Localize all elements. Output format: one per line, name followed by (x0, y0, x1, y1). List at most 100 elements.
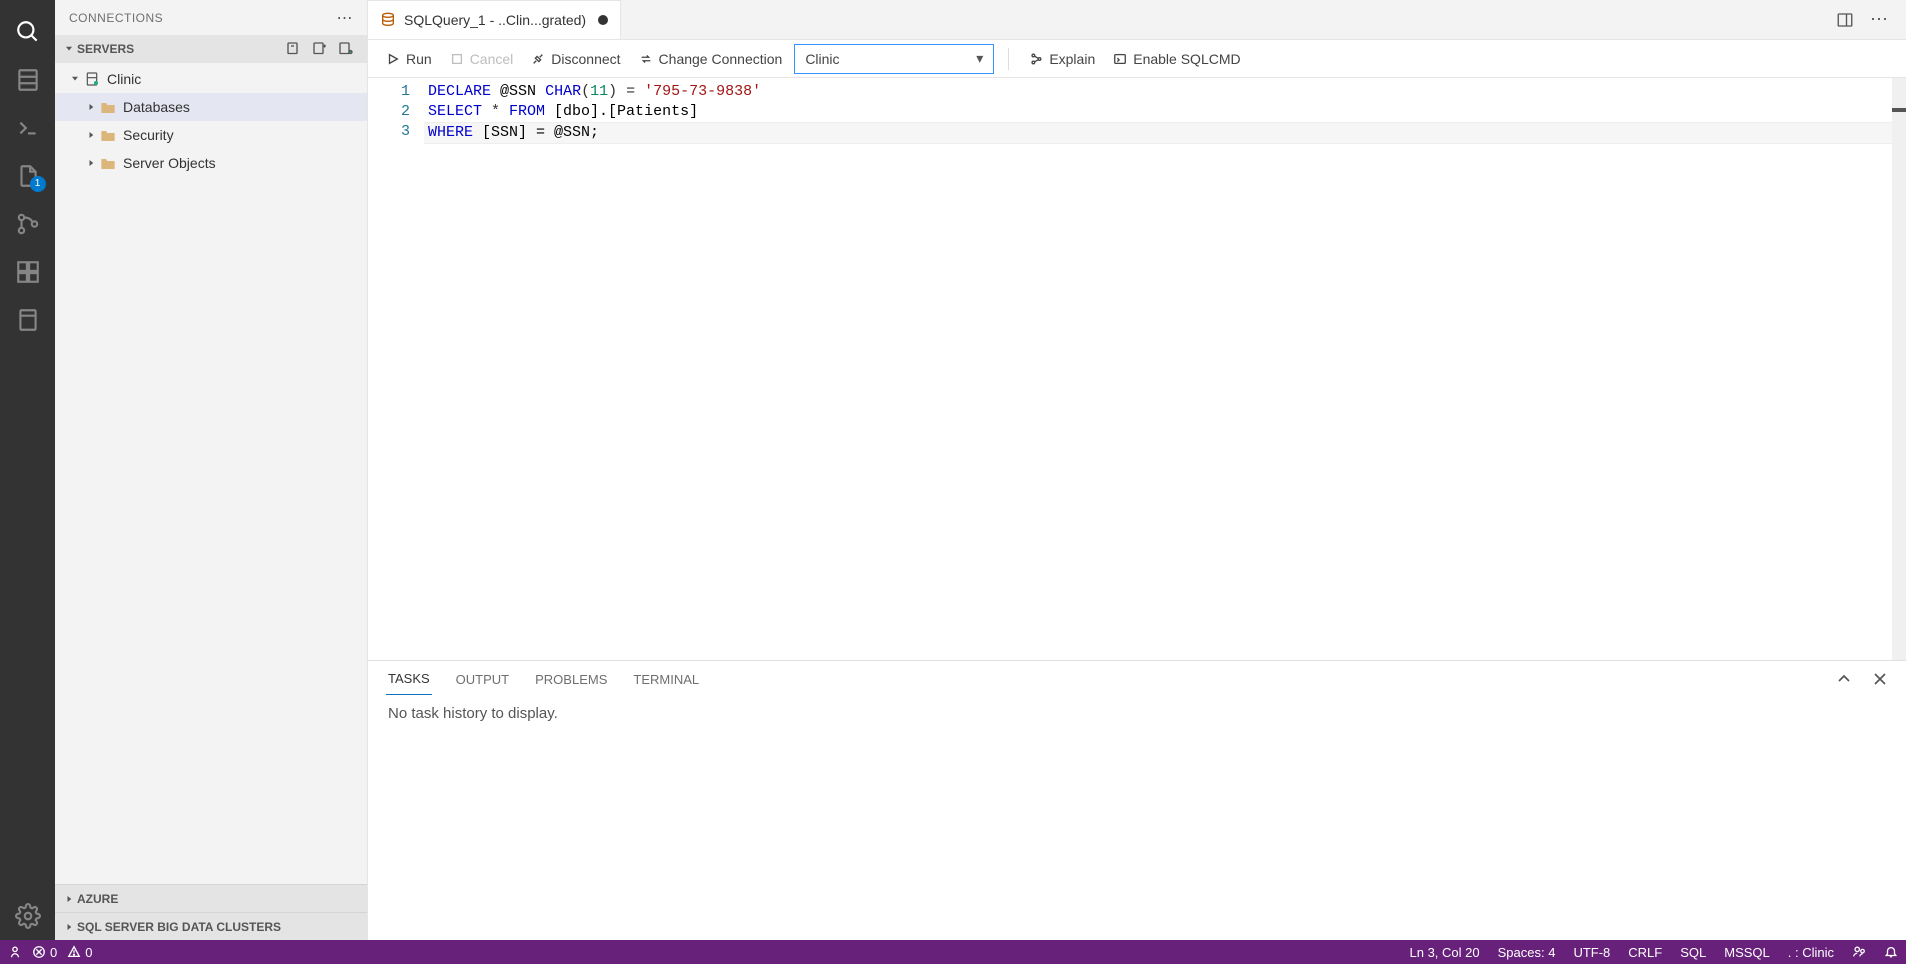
panel-tab-problems[interactable]: PROBLEMS (533, 664, 609, 695)
caret-down-icon: ▾ (976, 50, 983, 67)
notebook-icon[interactable] (4, 296, 52, 344)
tab-label: SQLQuery_1 - ..Clin...grated) (404, 12, 586, 28)
editor-tab-sqlquery1[interactable]: SQLQuery_1 - ..Clin...grated) (368, 0, 621, 39)
connection-dropdown-value: Clinic (805, 51, 839, 67)
chevron-right-icon (83, 157, 99, 169)
panel-collapse-icon[interactable] (1836, 671, 1852, 687)
panel-tab-output[interactable]: OUTPUT (454, 664, 511, 695)
folder-icon (99, 100, 117, 114)
change-connection-label: Change Connection (659, 51, 783, 67)
status-provider[interactable]: MSSQL (1724, 945, 1770, 960)
run-label: Run (406, 51, 432, 67)
line-gutter: 1 2 3 (368, 78, 424, 660)
code-line[interactable]: WHERE [SSN] = @SSN; (424, 122, 1892, 144)
run-button[interactable]: Run (380, 47, 438, 71)
chevron-down-icon (67, 73, 83, 85)
line-number: 3 (368, 122, 410, 142)
servers-section-header[interactable]: SERVERS (55, 35, 367, 63)
settings-gear-icon[interactable] (4, 892, 52, 940)
disconnect-button[interactable]: Disconnect (525, 47, 626, 71)
warning-count: 0 (85, 945, 92, 960)
tree-item-server-objects[interactable]: Server Objects (55, 149, 367, 177)
status-connection[interactable]: . : Clinic (1788, 945, 1834, 960)
minimap-scrollbar[interactable] (1892, 78, 1906, 660)
bottom-panel: TASKS OUTPUT PROBLEMS TERMINAL No task h… (368, 660, 1906, 940)
azure-section-header[interactable]: AZURE (55, 884, 367, 912)
query-toolbar: Run Cancel Disconnect Change Connection … (368, 40, 1906, 78)
toolbar-separator (1008, 48, 1009, 70)
status-eol[interactable]: CRLF (1628, 945, 1662, 960)
source-control-icon[interactable] (4, 200, 52, 248)
server-icon (83, 71, 101, 87)
panel-tab-terminal[interactable]: TERMINAL (631, 664, 701, 695)
status-encoding[interactable]: UTF-8 (1573, 945, 1610, 960)
tree-label: Server Objects (123, 155, 216, 171)
panel-tabs: TASKS OUTPUT PROBLEMS TERMINAL (368, 661, 1906, 697)
panel-tab-tasks[interactable]: TASKS (386, 663, 432, 695)
folder-icon (99, 128, 117, 142)
editor-tabs: SQLQuery_1 - ..Clin...grated) ⋯ (368, 0, 1906, 40)
tree-server-clinic[interactable]: Clinic (55, 65, 367, 93)
error-count: 0 (50, 945, 57, 960)
more-actions-icon[interactable]: ⋯ (1870, 9, 1888, 30)
status-bar: 0 0 Ln 3, Col 20 Spaces: 4 UTF-8 CRLF SQ… (0, 940, 1906, 964)
terminal-activity-icon[interactable] (4, 104, 52, 152)
chevron-right-icon (83, 129, 99, 141)
azure-section-label: AZURE (77, 892, 118, 906)
tasks-empty-message: No task history to display. (388, 705, 558, 722)
cancel-label: Cancel (470, 51, 514, 67)
sidebar-more-icon[interactable]: ⋯ (337, 8, 354, 28)
explorer-badge: 1 (30, 176, 46, 192)
cancel-button: Cancel (444, 47, 520, 71)
status-remote-icon[interactable] (8, 945, 22, 959)
sidebar-title: CONNECTIONS (69, 11, 337, 25)
sql-editor[interactable]: 1 2 3 DECLARE @SSN CHAR(11) = '795-73-98… (368, 78, 1906, 660)
status-indentation[interactable]: Spaces: 4 (1498, 945, 1556, 960)
tree-item-security[interactable]: Security (55, 121, 367, 149)
extensions-icon[interactable] (4, 248, 52, 296)
servers-tree: Clinic Databases Security Server Objects (55, 63, 367, 179)
status-errors[interactable]: 0 (32, 945, 57, 960)
connection-dropdown[interactable]: Clinic ▾ (794, 44, 994, 74)
explain-button[interactable]: Explain (1023, 47, 1101, 71)
code-area[interactable]: DECLARE @SSN CHAR(11) = '795-73-9838'SEL… (424, 78, 1892, 660)
line-number: 2 (368, 102, 410, 122)
chevron-right-icon (61, 921, 77, 933)
split-editor-icon[interactable] (1836, 11, 1854, 29)
explorer-icon[interactable]: 1 (4, 152, 52, 200)
feedback-icon[interactable] (1852, 945, 1866, 959)
status-cursor-position[interactable]: Ln 3, Col 20 (1410, 945, 1480, 960)
enable-sqlcmd-button[interactable]: Enable SQLCMD (1107, 47, 1246, 71)
tree-label: Security (123, 127, 174, 143)
activity-bar: 1 (0, 0, 55, 940)
status-warnings[interactable]: 0 (67, 945, 92, 960)
code-line[interactable]: SELECT * FROM [dbo].[Patients] (424, 102, 1892, 122)
change-connection-button[interactable]: Change Connection (633, 47, 789, 71)
tree-item-databases[interactable]: Databases (55, 93, 367, 121)
chevron-right-icon (83, 101, 99, 113)
bigdata-section-header[interactable]: SQL SERVER BIG DATA CLUSTERS (55, 912, 367, 940)
dirty-indicator-icon (598, 15, 608, 25)
sidebar-title-row: CONNECTIONS ⋯ (55, 0, 367, 35)
status-language[interactable]: SQL (1680, 945, 1706, 960)
folder-icon (99, 156, 117, 170)
tasks-panel-body: No task history to display. (368, 697, 1906, 730)
line-number: 1 (368, 82, 410, 102)
chevron-down-icon (61, 43, 77, 55)
editor-group: SQLQuery_1 - ..Clin...grated) ⋯ Run Canc… (368, 0, 1906, 940)
disconnect-label: Disconnect (551, 51, 620, 67)
server-action-icon[interactable] (337, 40, 355, 58)
chevron-right-icon (61, 893, 77, 905)
tree-label: Clinic (107, 71, 141, 87)
notifications-bell-icon[interactable] (1884, 945, 1898, 959)
servers-icon[interactable] (4, 56, 52, 104)
search-icon[interactable] (4, 8, 52, 56)
new-group-icon[interactable] (311, 40, 329, 58)
scroll-marker (1892, 108, 1906, 112)
explain-label: Explain (1049, 51, 1095, 67)
bigdata-section-label: SQL SERVER BIG DATA CLUSTERS (77, 920, 281, 934)
panel-close-icon[interactable] (1872, 671, 1888, 687)
new-connection-icon[interactable] (285, 40, 303, 58)
code-line[interactable]: DECLARE @SSN CHAR(11) = '795-73-9838' (424, 82, 1892, 102)
database-icon (380, 12, 396, 28)
